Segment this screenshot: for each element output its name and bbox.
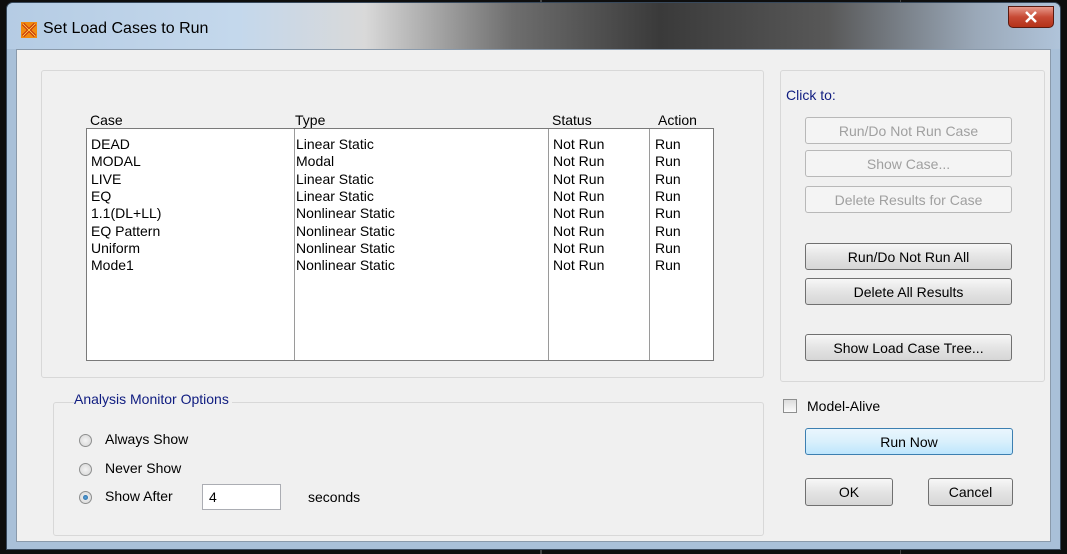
- cell-type: Linear Static: [296, 170, 374, 187]
- cell-type: Linear Static: [296, 136, 374, 152]
- column-header-action: Action: [658, 112, 697, 128]
- cell-case: DEAD: [91, 136, 130, 152]
- app-icon: [21, 22, 37, 38]
- cell-action: Run: [655, 170, 681, 187]
- load-case-list[interactable]: DEAD Linear Static Not Run Run MODAL Modal Not…: [86, 128, 714, 361]
- cell-type: Modal: [296, 153, 335, 170]
- window-title: Set Load Cases to Run: [43, 20, 209, 37]
- cell-type: Linear Static: [296, 187, 374, 204]
- cell-type: Nonlinear Static: [296, 239, 395, 256]
- cell-action: Run: [655, 257, 681, 274]
- delete-all-results-button[interactable]: Delete All Results: [805, 278, 1012, 305]
- table-row[interactable]: LIVE Linear Static Not Run Run: [87, 171, 713, 188]
- cell-status: Not Run: [553, 205, 605, 222]
- cell-case: LIVE: [91, 170, 122, 187]
- show-case-button[interactable]: Show Case...: [805, 150, 1012, 177]
- run-do-not-run-all-button[interactable]: Run/Do Not Run All: [805, 243, 1012, 270]
- analysis-monitor-options-label: Analysis Monitor Options: [74, 391, 232, 407]
- table-row[interactable]: EQ Pattern Nonlinear Static Not Run Run: [87, 223, 713, 240]
- close-icon: [1025, 11, 1037, 23]
- table-row[interactable]: Mode1 Nonlinear Static Not Run Run: [87, 257, 713, 274]
- cell-case: EQ: [91, 187, 112, 204]
- table-row[interactable]: 1.1(DL+LL) Nonlinear Static Not Run Run: [87, 205, 713, 222]
- run-do-not-run-case-button[interactable]: Run/Do Not Run Case: [805, 117, 1012, 144]
- show-after-label[interactable]: Show After: [105, 488, 173, 504]
- cancel-button[interactable]: Cancel: [928, 478, 1013, 506]
- never-show-radio[interactable]: [79, 463, 92, 476]
- cell-status: Not Run: [553, 239, 605, 256]
- cell-action: Run: [655, 222, 681, 239]
- seconds-label: seconds: [308, 489, 361, 505]
- cell-type: Nonlinear Static: [296, 222, 395, 239]
- cell-status: Not Run: [553, 222, 605, 239]
- dialog-client-area: Case Type Status Action DEAD Linear Stati…: [16, 49, 1051, 542]
- delete-results-for-case-button[interactable]: Delete Results for Case: [805, 186, 1012, 213]
- ok-button[interactable]: OK: [805, 478, 893, 506]
- column-header-type: Type: [295, 112, 326, 128]
- show-after-radio[interactable]: [79, 491, 92, 504]
- show-after-seconds-input[interactable]: 4: [202, 484, 281, 510]
- always-show-label[interactable]: Always Show: [105, 431, 188, 447]
- cell-action: Run: [655, 205, 681, 222]
- never-show-label[interactable]: Never Show: [105, 460, 181, 476]
- table-row[interactable]: EQ Linear Static Not Run Run: [87, 188, 713, 205]
- model-alive-label[interactable]: Model-Alive: [807, 398, 880, 414]
- cell-case: 1.1(DL+LL): [91, 205, 162, 222]
- column-header-case: Case: [90, 112, 123, 128]
- column-header-status: Status: [552, 112, 592, 128]
- cell-status: Not Run: [553, 136, 605, 152]
- click-to-label: Click to:: [786, 87, 836, 103]
- cell-action: Run: [655, 136, 681, 152]
- cell-status: Not Run: [553, 257, 605, 274]
- run-now-button[interactable]: Run Now: [805, 428, 1013, 455]
- cell-case: Mode1: [91, 257, 134, 274]
- table-row[interactable]: Uniform Nonlinear Static Not Run Run: [87, 240, 713, 257]
- cell-case: Uniform: [91, 239, 141, 256]
- close-button[interactable]: [1008, 6, 1054, 28]
- cell-case: EQ Pattern: [91, 222, 161, 239]
- cell-type: Nonlinear Static: [296, 205, 395, 222]
- cell-case: MODAL: [91, 153, 141, 170]
- always-show-radio[interactable]: [79, 434, 92, 447]
- cell-status: Not Run: [553, 153, 605, 170]
- cell-type: Nonlinear Static: [296, 257, 395, 274]
- cell-action: Run: [655, 239, 681, 256]
- model-alive-checkbox[interactable]: [783, 399, 797, 413]
- cell-status: Not Run: [553, 170, 605, 187]
- cell-action: Run: [655, 153, 681, 170]
- table-row[interactable]: DEAD Linear Static Not Run Run: [87, 136, 713, 153]
- dialog-window: Set Load Cases to Run Case Type Status A…: [6, 2, 1061, 550]
- cell-action: Run: [655, 187, 681, 204]
- title-bar[interactable]: Set Load Cases to Run: [7, 3, 1060, 49]
- show-load-case-tree-button[interactable]: Show Load Case Tree...: [805, 334, 1012, 361]
- cell-status: Not Run: [553, 187, 605, 204]
- table-row[interactable]: MODAL Modal Not Run Run: [87, 153, 713, 170]
